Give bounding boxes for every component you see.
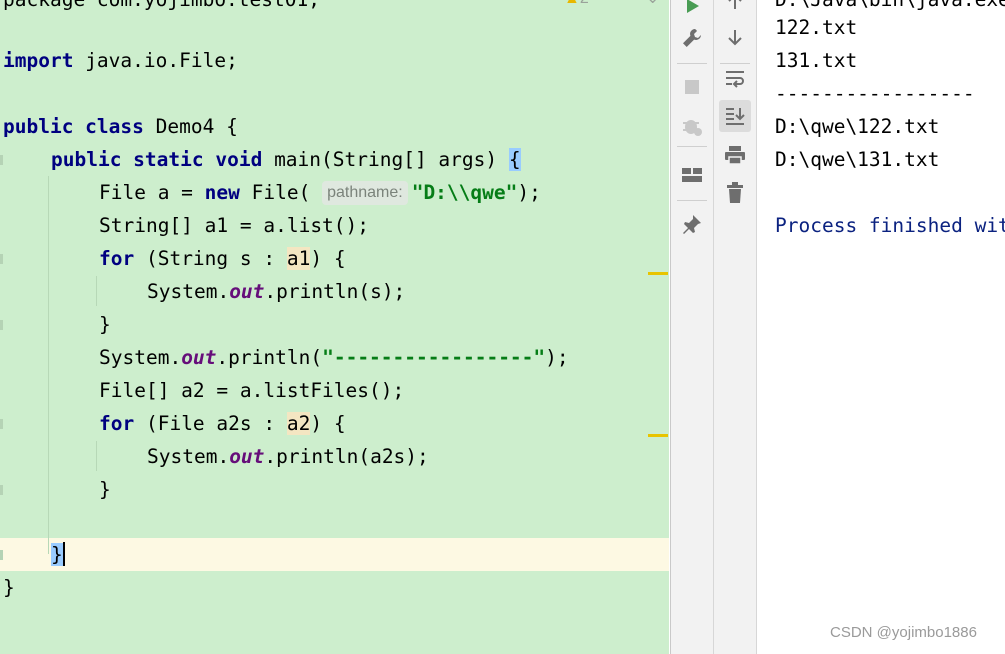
trash-icon[interactable] (719, 177, 751, 209)
process-finished-message: Process finished with exit code 0 (775, 214, 1005, 237)
watermark: CSDN @yojimbo1886 (830, 624, 977, 641)
pin-icon[interactable] (676, 208, 708, 240)
debug-bug-icon[interactable] (676, 110, 708, 142)
code-line-for1[interactable]: for (String s : a1) { (99, 242, 346, 275)
stop-icon[interactable] (676, 71, 708, 103)
run-icon[interactable] (676, 0, 708, 22)
print-icon[interactable] (719, 139, 751, 171)
fold-marker[interactable] (0, 485, 3, 495)
soft-wrap-icon[interactable] (719, 62, 751, 94)
code-line-class[interactable]: public class Demo4 { (3, 110, 238, 143)
arrow-up-icon[interactable] (719, 0, 751, 18)
code-editor[interactable]: package com.yojimbo.test01; ▲2 ⌄ import … (0, 0, 669, 654)
console-line: 122.txt (775, 16, 858, 39)
warning-icon: ▲ (564, 0, 580, 7)
code-line-print-s[interactable]: System.out.println(s); (147, 275, 405, 308)
indent-guide (96, 276, 97, 306)
indent-guide (96, 441, 97, 471)
wrench-icon[interactable] (676, 22, 708, 54)
console-line: ----------------- (775, 82, 975, 105)
indent-guide (48, 176, 49, 554)
code-line-listfiles[interactable]: File[] a2 = a.listFiles(); (99, 374, 404, 407)
run-toolbar (670, 0, 714, 654)
text-caret (62, 542, 65, 566)
console-line: D:\qwe\131.txt (775, 148, 940, 171)
fold-marker[interactable] (0, 320, 3, 330)
scroll-to-end-icon[interactable] (719, 100, 751, 132)
code-line-list[interactable]: String[] a1 = a.list(); (99, 209, 369, 242)
code-line-close-main[interactable]: } (51, 538, 65, 571)
warning-indicator[interactable]: ▲2 (564, 0, 589, 8)
fold-marker[interactable] (0, 254, 3, 264)
fold-marker[interactable] (0, 155, 3, 165)
code-line-for2[interactable]: for (File a2s : a2) { (99, 407, 346, 440)
code-line-print-dash[interactable]: System.out.println("-----------------"); (99, 341, 569, 374)
layout-icon[interactable] (676, 159, 708, 191)
run-console-output[interactable]: D:\Java\bin\java.exe 122.txt 131.txt ---… (757, 0, 1005, 654)
code-line-print-a2s[interactable]: System.out.println(a2s); (147, 440, 429, 473)
code-line-file[interactable]: File a = new File( pathname: "D:\\qwe"); (99, 176, 541, 209)
console-line: D:\qwe\122.txt (775, 115, 940, 138)
parameter-hint: pathname: (322, 181, 408, 205)
arrow-down-icon[interactable] (719, 22, 751, 54)
chevron-down-icon[interactable]: ⌄ (646, 0, 659, 8)
code-line-close-for1[interactable]: } (99, 308, 111, 341)
code-line-close-class[interactable]: } (3, 571, 15, 604)
current-line-highlight (0, 538, 669, 571)
code-line-package[interactable]: package com.yojimbo.test01; (3, 0, 320, 16)
code-line-import[interactable]: import java.io.File; (3, 44, 238, 77)
console-line: 131.txt (775, 49, 858, 72)
error-stripe-marker[interactable] (648, 272, 668, 275)
fold-marker[interactable] (0, 419, 3, 429)
console-toolbar (714, 0, 757, 654)
error-stripe-marker[interactable] (648, 434, 668, 437)
code-line-main[interactable]: public static void main(String[] args) { (51, 143, 521, 176)
fold-marker[interactable] (0, 550, 3, 560)
code-line-close-for2[interactable]: } (99, 473, 111, 506)
